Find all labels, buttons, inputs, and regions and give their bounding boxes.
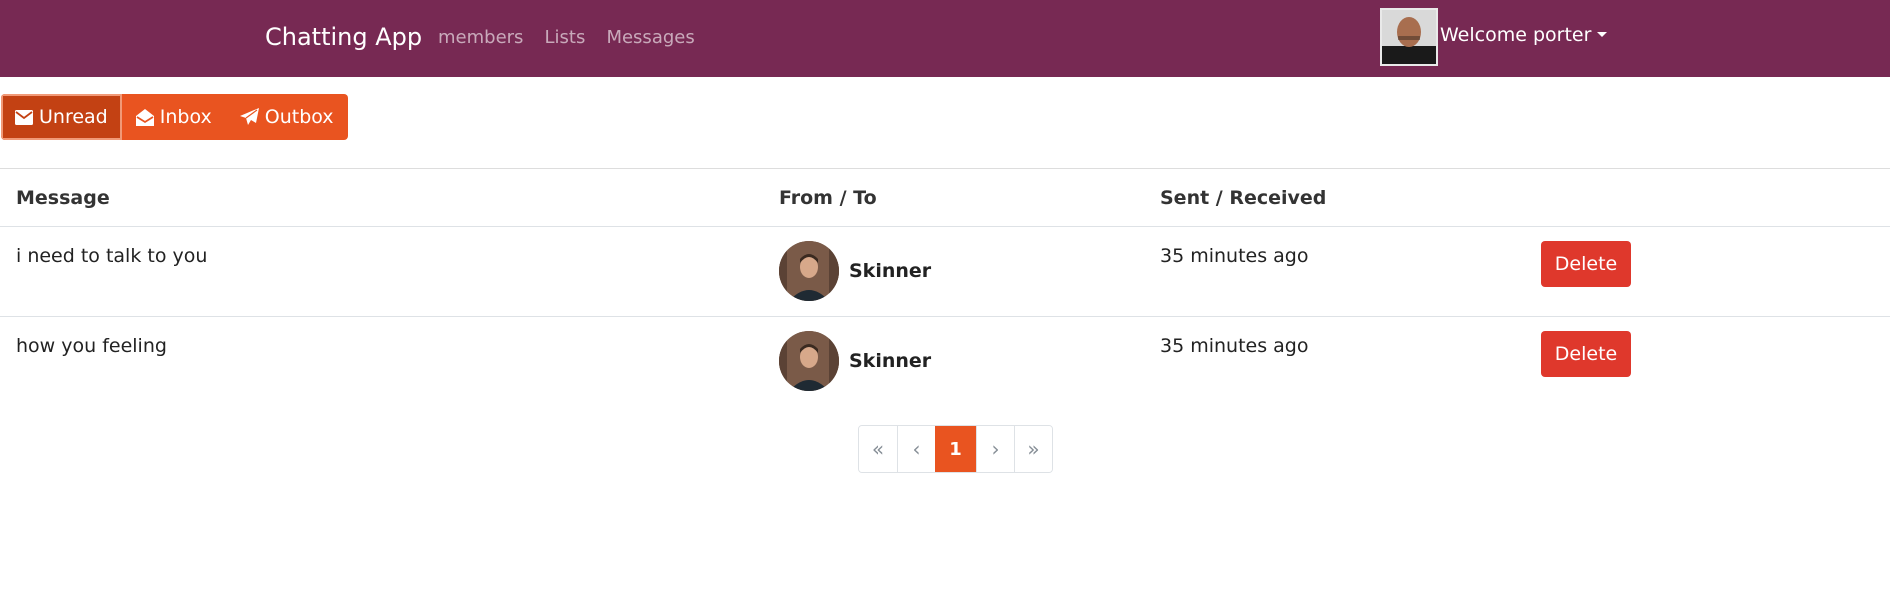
member-avatar [779,331,839,391]
brand-link[interactable]: Chatting App [265,0,422,75]
page-last-button[interactable]: » [1014,426,1052,472]
page-first-button[interactable]: « [859,426,897,472]
tab-outbox[interactable]: Outbox [225,94,348,140]
table-row[interactable]: how you feeling Skinner 35 minutes ago D… [0,317,1890,406]
welcome-dropdown-toggle[interactable]: Welcome porter [1440,24,1608,46]
table-row[interactable]: i need to talk to you Skinner 35 minutes… [0,227,1890,317]
member-name[interactable]: Skinner [849,350,931,372]
sender: Skinner [779,331,931,391]
message-filter-tabs: Unread Inbox Outbox [1,94,348,140]
top-navbar: Chatting App members Lists Messages Welc… [0,0,1890,77]
tab-unread-label: Unread [39,106,108,128]
header-from-to: From / To [779,187,877,209]
welcome-text: Welcome porter [1440,24,1592,46]
nav-link-messages[interactable]: Messages [606,27,694,48]
paper-plane-icon [239,108,259,126]
delete-button[interactable]: Delete [1541,241,1631,287]
member-avatar [779,241,839,301]
nav-link-members[interactable]: members [438,27,523,48]
user-menu: Welcome porter [1380,8,1608,66]
member-name[interactable]: Skinner [849,260,931,282]
envelope-open-icon [135,108,154,126]
message-text: how you feeling [16,335,167,357]
tab-inbox-label: Inbox [159,106,212,128]
page-next-button[interactable]: › [976,426,1014,472]
envelope-icon [15,109,33,125]
caret-down-icon [1597,32,1608,37]
messages-table: Message From / To Sent / Received i need… [0,169,1890,406]
tab-inbox[interactable]: Inbox [121,94,226,140]
tab-outbox-label: Outbox [264,106,334,128]
page-prev-button[interactable]: ‹ [897,426,935,472]
message-text: i need to talk to you [16,245,208,267]
message-time: 35 minutes ago [1160,335,1309,357]
nav-links: members Lists Messages [438,0,711,75]
delete-button[interactable]: Delete [1541,331,1631,377]
message-time: 35 minutes ago [1160,245,1309,267]
page-current-button[interactable]: 1 [935,426,976,472]
nav-link-lists[interactable]: Lists [545,27,586,48]
table-header: Message From / To Sent / Received [0,169,1890,227]
header-sent-received: Sent / Received [1160,187,1327,209]
tab-unread[interactable]: Unread [1,94,122,140]
sender: Skinner [779,241,931,301]
pagination: « ‹ 1 › » [858,425,1053,473]
user-avatar [1380,8,1438,66]
header-message: Message [16,187,110,209]
